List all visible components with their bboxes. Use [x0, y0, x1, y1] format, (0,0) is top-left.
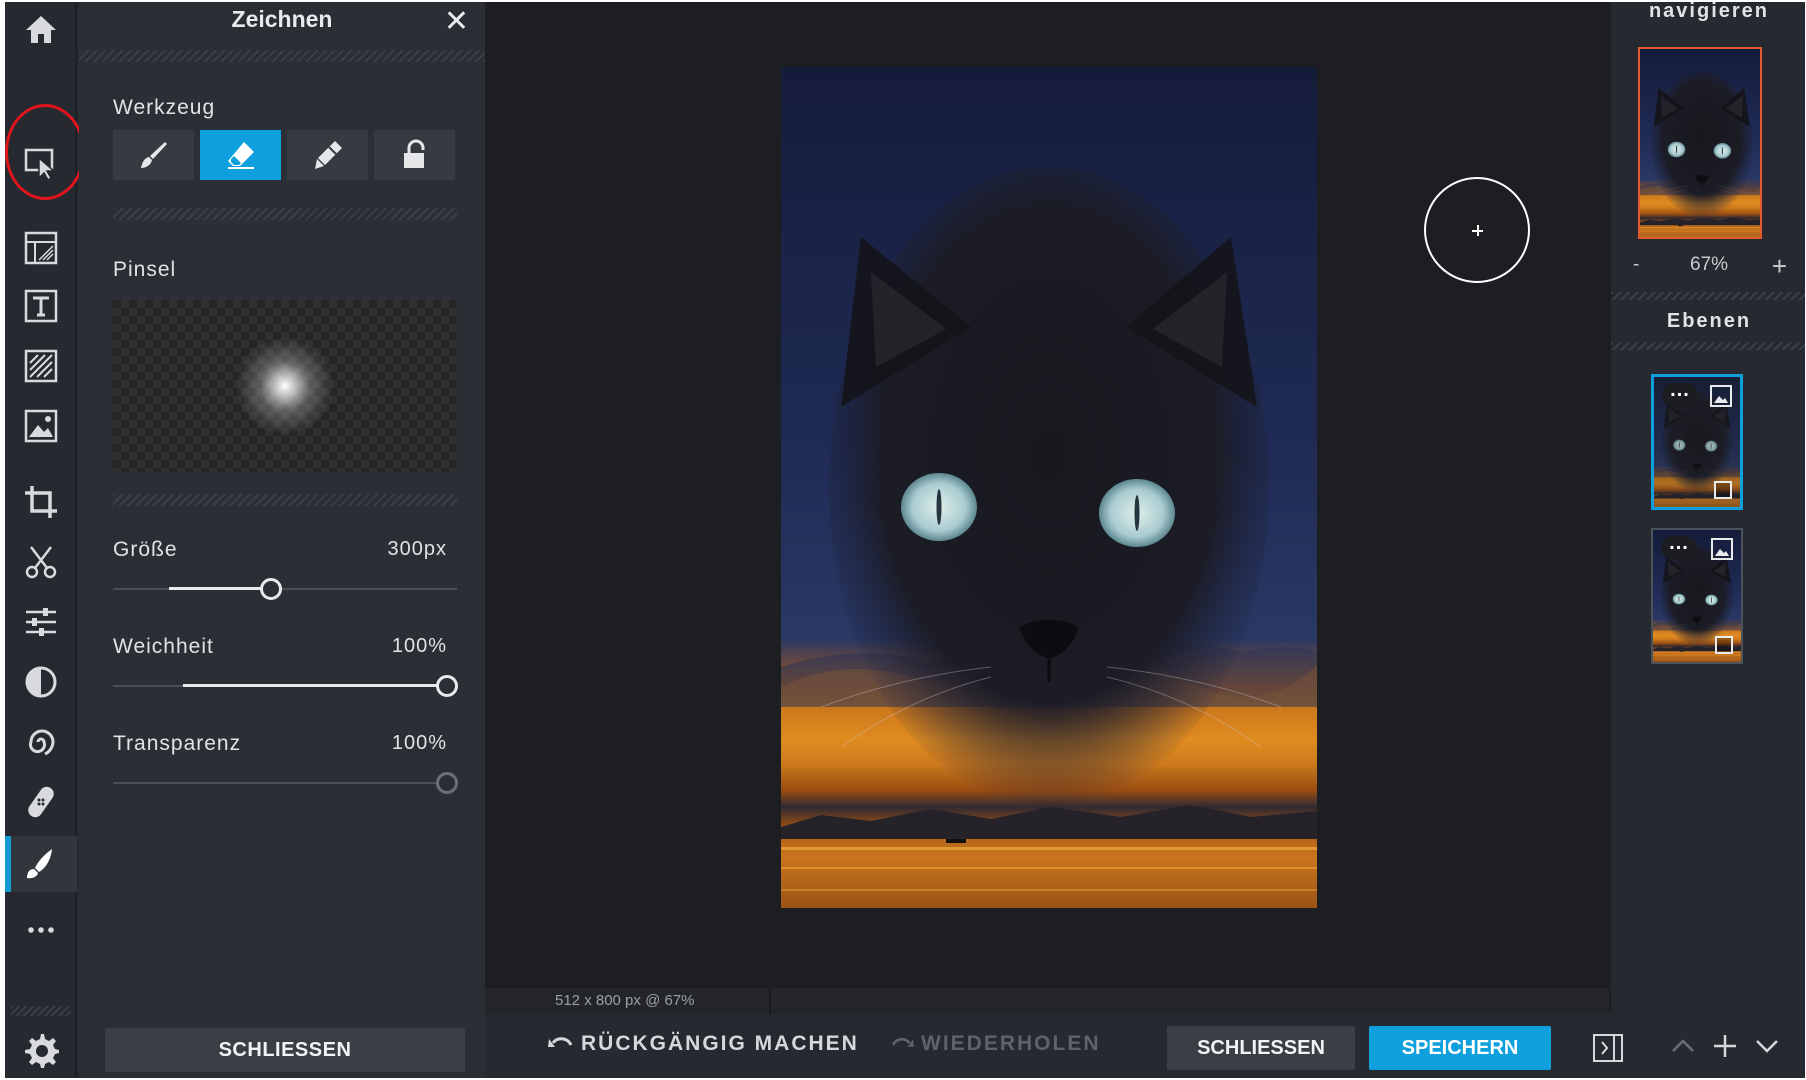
navigator-thumbnail[interactable]	[1638, 47, 1762, 239]
eraser-tool-button[interactable]	[200, 130, 281, 180]
brush-icon	[140, 142, 167, 168]
pen-icon	[314, 141, 342, 169]
contrast-icon[interactable]	[5, 654, 77, 710]
lock-tool-button[interactable]	[374, 130, 455, 180]
move-layer-down-icon[interactable]	[1749, 1028, 1785, 1064]
size-value: 300px	[387, 538, 447, 560]
brush-divider	[113, 494, 457, 506]
text-icon[interactable]	[5, 278, 77, 334]
move-layer-up-icon[interactable]	[1665, 1028, 1701, 1064]
brush-dot	[235, 336, 335, 436]
panel-close-button[interactable]: SCHLIESSEN	[105, 1028, 465, 1072]
bottom-bar: RÜCKGÄNGIG MACHEN WIEDERHOLEN SCHLIESSEN…	[485, 1014, 1805, 1078]
zoom-in-button[interactable]: +	[1772, 251, 1787, 282]
transparency-slider-knob[interactable]	[436, 772, 458, 794]
add-layer-icon[interactable]	[1707, 1028, 1743, 1064]
lock-icon	[403, 139, 424, 168]
close-icon[interactable]: ✕	[444, 4, 469, 39]
softness-label: Weichheit	[113, 635, 214, 658]
size-slider[interactable]	[113, 578, 457, 600]
layer-thumbnail-background[interactable]: ...	[1651, 528, 1743, 664]
tool-divider	[113, 208, 457, 220]
layer-image-icon	[1711, 538, 1733, 560]
status-divider	[769, 988, 771, 1014]
canvas-image[interactable]	[781, 67, 1317, 908]
softness-slider[interactable]	[113, 675, 458, 697]
more-icon[interactable]	[5, 902, 77, 958]
zoom-control: - 67% +	[1611, 251, 1805, 282]
crop-icon[interactable]	[5, 474, 77, 530]
softness-slider-knob[interactable]	[436, 675, 458, 697]
layer-thumbnail-cat[interactable]: ...	[1651, 374, 1743, 510]
layers-divider	[1611, 342, 1805, 350]
transparency-slider[interactable]	[113, 772, 458, 794]
panel-toggle-icon[interactable]	[1592, 1032, 1624, 1064]
layers-icon[interactable]	[5, 220, 77, 276]
rail-divider	[11, 1006, 71, 1016]
app-window: Zeichnen ✕ Werkzeug Pinsel Größe 300px W…	[5, 2, 1805, 1078]
brush-preview	[113, 300, 457, 472]
adjust-icon[interactable]	[5, 594, 77, 650]
swirl-icon[interactable]	[5, 714, 77, 770]
pen-tool-button[interactable]	[287, 130, 368, 180]
transparency-label: Transparenz	[113, 732, 242, 755]
brush-tool-button[interactable]	[113, 130, 194, 180]
layer-menu-icon[interactable]: ...	[1662, 380, 1698, 407]
select-icon[interactable]	[5, 134, 77, 190]
brush-section-label: Pinsel	[113, 258, 177, 281]
tool-section-label: Werkzeug	[113, 96, 216, 119]
size-slider-knob[interactable]	[260, 578, 283, 600]
panel-divider	[79, 50, 485, 62]
redo-icon	[891, 1037, 914, 1047]
draw-panel: Zeichnen ✕ Werkzeug Pinsel Größe 300px W…	[79, 2, 485, 1078]
image-icon[interactable]	[5, 398, 77, 454]
right-panel: navigieren - 67% + Ebenen ... ...	[1609, 2, 1805, 1014]
status-bar: 512 x 800 px @ 67%	[485, 988, 1609, 1014]
right-divider	[1611, 292, 1805, 300]
layer-image-icon	[1710, 385, 1732, 407]
softness-value: 100%	[391, 635, 447, 657]
cut-icon[interactable]	[5, 534, 77, 590]
pattern-icon[interactable]	[5, 338, 77, 394]
layer-visibility-checkbox[interactable]	[1715, 636, 1733, 654]
undo-icon	[548, 1037, 573, 1047]
draw-icon[interactable]	[5, 836, 77, 892]
navigate-title: navigieren	[1648, 2, 1770, 22]
heal-icon[interactable]	[5, 774, 77, 830]
panel-header: Zeichnen ✕	[79, 2, 485, 52]
layer-menu-icon[interactable]: ...	[1661, 533, 1697, 560]
layers-title: Ebenen	[1666, 310, 1752, 332]
redo-label: WIEDERHOLEN	[921, 1032, 1101, 1055]
eraser-icon	[227, 142, 254, 169]
tool-rail	[5, 2, 85, 1078]
layer-visibility-checkbox[interactable]	[1714, 481, 1732, 499]
close-button[interactable]: SCHLIESSEN	[1167, 1026, 1355, 1070]
softness-slider-fill	[183, 684, 447, 687]
home-icon[interactable]	[5, 2, 77, 58]
undo-button[interactable]: RÜCKGÄNGIG MACHEN	[547, 1032, 859, 1056]
panel-title: Zeichnen	[231, 6, 333, 32]
save-button[interactable]: SPEICHERN	[1369, 1026, 1551, 1070]
size-slider-fill	[169, 587, 272, 590]
canvas-size-status: 512 x 800 px @ 67%	[555, 992, 695, 1009]
redo-button[interactable]: WIEDERHOLEN	[891, 1032, 1101, 1056]
settings-icon[interactable]	[5, 1022, 77, 1078]
size-label: Größe	[113, 538, 178, 561]
undo-label: RÜCKGÄNGIG MACHEN	[581, 1032, 859, 1055]
layer-order-controls	[1665, 1028, 1785, 1064]
transparency-value: 100%	[391, 732, 447, 754]
brush-cursor	[1424, 177, 1530, 283]
